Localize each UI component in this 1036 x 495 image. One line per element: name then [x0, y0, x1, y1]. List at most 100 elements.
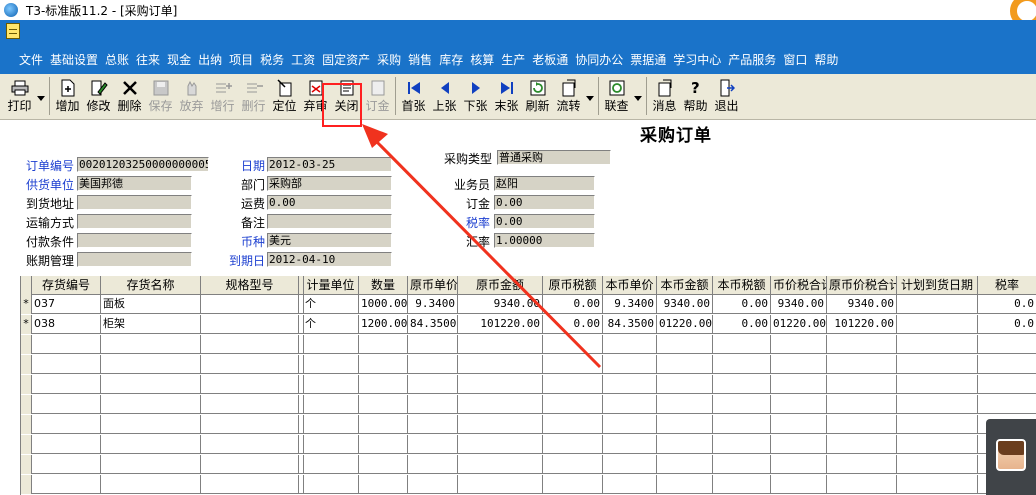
grid-cell[interactable]: 01220.00 — [657, 315, 713, 334]
grid-cell[interactable] — [101, 355, 201, 374]
grid-cell[interactable] — [408, 375, 458, 394]
grid-cell[interactable] — [827, 355, 897, 374]
salesman-field[interactable]: 赵阳 — [494, 176, 595, 191]
menu-item[interactable]: 现金 — [167, 51, 191, 68]
grid-cell[interactable] — [827, 335, 897, 354]
grid-cell[interactable] — [32, 475, 101, 494]
grid-cell[interactable]: 0.00 — [713, 315, 771, 334]
date-field[interactable]: 2012-03-25 — [267, 157, 392, 172]
grid-cell[interactable] — [771, 395, 827, 414]
grid-cell[interactable] — [201, 395, 299, 414]
grid-cell[interactable] — [359, 475, 408, 494]
grid-cell[interactable] — [458, 375, 543, 394]
exchange-field[interactable]: 1.00000 — [494, 233, 595, 248]
grid-cell[interactable] — [713, 475, 771, 494]
grid-cell[interactable]: 101220.00 — [458, 315, 543, 334]
add-button[interactable]: 增加 — [52, 77, 83, 117]
first-button[interactable]: 首张 — [398, 77, 429, 117]
grid-cell[interactable] — [827, 455, 897, 474]
column-header[interactable]: 规格型号 — [201, 276, 299, 295]
grid-cell[interactable] — [458, 395, 543, 414]
column-header[interactable]: 本币金额 — [657, 276, 713, 295]
column-header[interactable]: 税率 — [978, 276, 1036, 295]
grid-cell[interactable]: 0.00 — [543, 315, 603, 334]
grid-cell[interactable] — [32, 355, 101, 374]
next-button[interactable]: 下张 — [460, 77, 491, 117]
grid-cell[interactable] — [657, 375, 713, 394]
grid-cell[interactable] — [32, 435, 101, 454]
menu-item[interactable]: 基础设置 — [50, 51, 98, 68]
grid-cell[interactable] — [32, 335, 101, 354]
grid-cell[interactable] — [303, 355, 359, 374]
edit-button[interactable]: 修改 — [83, 77, 114, 117]
grid-cell[interactable] — [408, 335, 458, 354]
grid-cell[interactable] — [771, 335, 827, 354]
grid-cell[interactable] — [543, 455, 603, 474]
grid-cell[interactable] — [32, 375, 101, 394]
menu-item[interactable]: 项目 — [229, 51, 253, 68]
grid-cell[interactable] — [303, 455, 359, 474]
grid-cell[interactable] — [897, 375, 978, 394]
refresh-button[interactable]: 刷新 — [522, 77, 553, 117]
menu-item[interactable]: 出纳 — [198, 51, 222, 68]
grid-cell[interactable] — [603, 475, 657, 494]
deposit-field[interactable]: 0.00 — [494, 195, 595, 210]
grid-cell[interactable] — [771, 435, 827, 454]
grid-cell[interactable] — [897, 455, 978, 474]
grid-cell[interactable] — [827, 435, 897, 454]
help-button[interactable]: ? 帮助 — [680, 77, 711, 117]
grid-cell[interactable] — [303, 475, 359, 494]
period-field[interactable] — [77, 252, 192, 267]
grid-cell[interactable] — [359, 435, 408, 454]
grid-cell[interactable]: 84.3500 — [603, 315, 657, 334]
grid-cell[interactable] — [201, 375, 299, 394]
grid-cell[interactable] — [771, 415, 827, 434]
menu-item[interactable]: 库存 — [439, 51, 463, 68]
grid-cell[interactable] — [827, 475, 897, 494]
grid-cell[interactable] — [359, 375, 408, 394]
grid-cell[interactable]: 0.00 — [543, 295, 603, 314]
grid-cell[interactable] — [978, 375, 1036, 394]
grid-cell[interactable] — [897, 395, 978, 414]
menu-item[interactable]: 总账 — [105, 51, 129, 68]
grid-cell[interactable] — [101, 335, 201, 354]
remark-field[interactable] — [267, 214, 392, 229]
grid-cell[interactable] — [771, 475, 827, 494]
deposit-button[interactable]: 订金 — [362, 77, 393, 117]
grid-cell[interactable] — [657, 415, 713, 434]
grid-cell[interactable] — [897, 475, 978, 494]
grid-cell[interactable] — [101, 395, 201, 414]
grid-cell[interactable] — [303, 375, 359, 394]
grid-cell[interactable]: 037 — [32, 295, 101, 314]
grid-cell[interactable] — [458, 335, 543, 354]
grid-cell[interactable] — [713, 435, 771, 454]
grid-cell[interactable] — [201, 455, 299, 474]
assistant-avatar[interactable] — [986, 419, 1036, 495]
grid-cell[interactable] — [897, 335, 978, 354]
grid-cell[interactable] — [827, 415, 897, 434]
grid-cell[interactable]: 个 — [303, 315, 359, 334]
menu-item[interactable]: 窗口 — [783, 51, 807, 68]
column-header[interactable]: 本币税额 — [713, 276, 771, 295]
grid-cell[interactable]: 柜架 — [101, 315, 201, 334]
grid-cell[interactable] — [603, 455, 657, 474]
grid-cell[interactable]: 9340.00 — [827, 295, 897, 314]
grid-cell[interactable] — [603, 355, 657, 374]
grid-cell[interactable] — [897, 315, 978, 334]
grid-cell[interactable]: 0.0 — [978, 295, 1036, 314]
grid-cell[interactable] — [713, 455, 771, 474]
column-header[interactable]: 存货名称 — [101, 276, 201, 295]
exit-button[interactable]: 退出 — [711, 77, 742, 117]
grid-cell[interactable] — [201, 475, 299, 494]
grid-cell[interactable] — [458, 435, 543, 454]
grid-cell[interactable]: 9.3400 — [603, 295, 657, 314]
transport-field[interactable] — [77, 214, 192, 229]
save-button[interactable]: 保存 — [145, 77, 176, 117]
supplier-field[interactable]: 美国邦德 — [77, 176, 192, 191]
print-dropdown-button[interactable] — [35, 77, 47, 117]
grid-cell[interactable] — [303, 415, 359, 434]
prev-button[interactable]: 上张 — [429, 77, 460, 117]
grid-cell[interactable] — [458, 475, 543, 494]
column-header[interactable]: 币价税合计 — [771, 276, 827, 295]
print-button[interactable]: 打印 — [4, 77, 35, 117]
